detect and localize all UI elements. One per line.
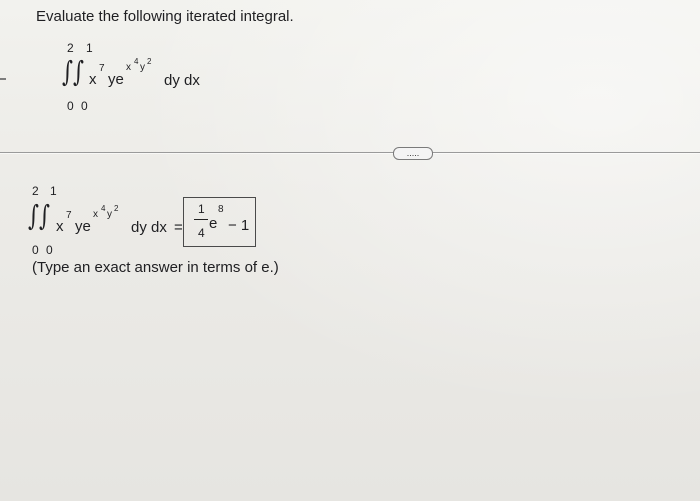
screen-glare: [0, 0, 700, 501]
exp-y-power: 2: [147, 57, 152, 66]
answer-differentials: dy dx: [131, 219, 167, 236]
inner-upper-limit: 1: [86, 41, 98, 55]
answer-exp-y: y: [107, 209, 112, 220]
answer-integrand-x: x: [56, 218, 64, 235]
answer-exp-x-power: 4: [101, 204, 106, 213]
integrand-x-power: 7: [99, 63, 105, 74]
answer-e-power: 8: [218, 204, 224, 215]
answer-outer-upper-limit: 2: [32, 184, 44, 198]
question-differentials: dy dx: [164, 72, 200, 89]
answer-integrand-x-power: 7: [66, 210, 72, 221]
answer-exp-x: x: [93, 209, 98, 220]
fraction-denominator: 4: [198, 226, 205, 240]
answer-inner-lower-limit: 0: [46, 243, 58, 257]
exp-y: y: [140, 62, 145, 73]
answer-integrand-ye: ye: [75, 218, 91, 235]
inner-lower-limit: 0: [81, 99, 93, 113]
answer-integral-sign-outer: ∫: [28, 199, 39, 232]
integral-sign-inner: ∫: [73, 55, 84, 88]
outer-upper-limit: 2: [67, 41, 79, 55]
more-button[interactable]: .....: [393, 147, 433, 160]
answer-inner-upper-limit: 1: [50, 184, 62, 198]
integrand-x: x: [89, 71, 97, 88]
equals-sign: =: [174, 219, 183, 236]
integrand-ye: ye: [108, 71, 124, 88]
exp-x-power: 4: [134, 57, 139, 66]
answer-hint: (Type an exact answer in terms of e.): [32, 259, 279, 276]
exp-x: x: [126, 62, 131, 73]
section-divider: [0, 152, 700, 153]
integral-sign-outer: ∫: [62, 55, 73, 88]
fraction-bar: [194, 219, 208, 220]
answer-integral-sign-inner: ∫: [39, 199, 50, 232]
answer-exp-y-power: 2: [114, 204, 119, 213]
edge-marker: [0, 78, 6, 80]
answer-minus-one: − 1: [228, 217, 250, 234]
outer-lower-limit: 0: [67, 99, 79, 113]
question-title: Evaluate the following iterated integral…: [36, 8, 294, 25]
answer-outer-lower-limit: 0: [32, 243, 44, 257]
answer-e: e: [209, 215, 218, 232]
fraction-numerator: 1: [198, 202, 205, 216]
